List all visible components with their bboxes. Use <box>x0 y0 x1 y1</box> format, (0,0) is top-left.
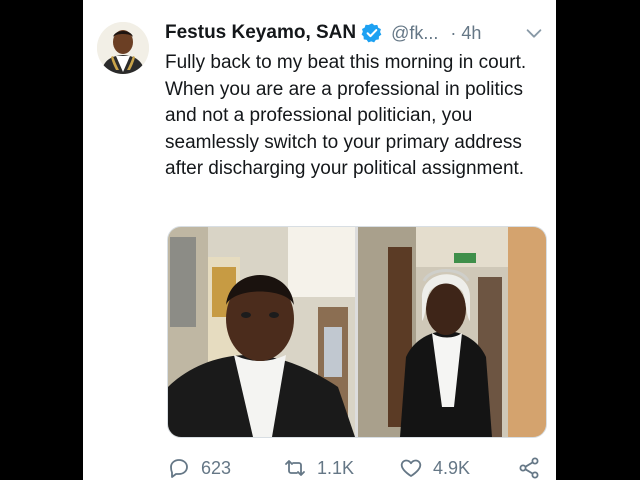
tweet-media[interactable] <box>167 226 547 438</box>
header-separator: · <box>450 22 457 43</box>
avatar[interactable] <box>97 22 149 74</box>
retweet-icon <box>285 460 305 476</box>
tweet-timestamp[interactable]: 4h <box>461 23 481 44</box>
chevron-down-icon[interactable] <box>523 22 545 44</box>
like-count: 4.9K <box>433 457 471 478</box>
share-button[interactable] <box>517 456 551 480</box>
verified-badge-icon <box>361 23 382 43</box>
tweet-actions: 623 1.1K 4.9K <box>167 456 547 480</box>
retweet-button[interactable]: 1.1K <box>283 456 354 480</box>
like-button[interactable]: 4.9K <box>399 456 470 480</box>
tweet-card[interactable]: Festus Keyamo, SAN @fk... · 4h Fully bac… <box>83 0 556 480</box>
heart-icon <box>400 459 422 477</box>
retweet-count: 1.1K <box>317 457 355 478</box>
media-photo-right[interactable] <box>358 227 546 437</box>
tweet-text: Fully back to my beat this morning in co… <box>165 52 527 179</box>
author-handle[interactable]: @fk... <box>391 23 438 44</box>
tweet-header: Festus Keyamo, SAN @fk... · 4h <box>165 20 545 46</box>
share-icon <box>519 457 539 479</box>
media-photo-left[interactable] <box>168 227 355 437</box>
reply-button[interactable]: 623 <box>167 456 231 480</box>
avatar-image <box>97 22 149 74</box>
reply-count: 623 <box>201 457 232 478</box>
author-name[interactable]: Festus Keyamo, SAN <box>165 22 356 44</box>
reply-icon <box>170 459 188 478</box>
